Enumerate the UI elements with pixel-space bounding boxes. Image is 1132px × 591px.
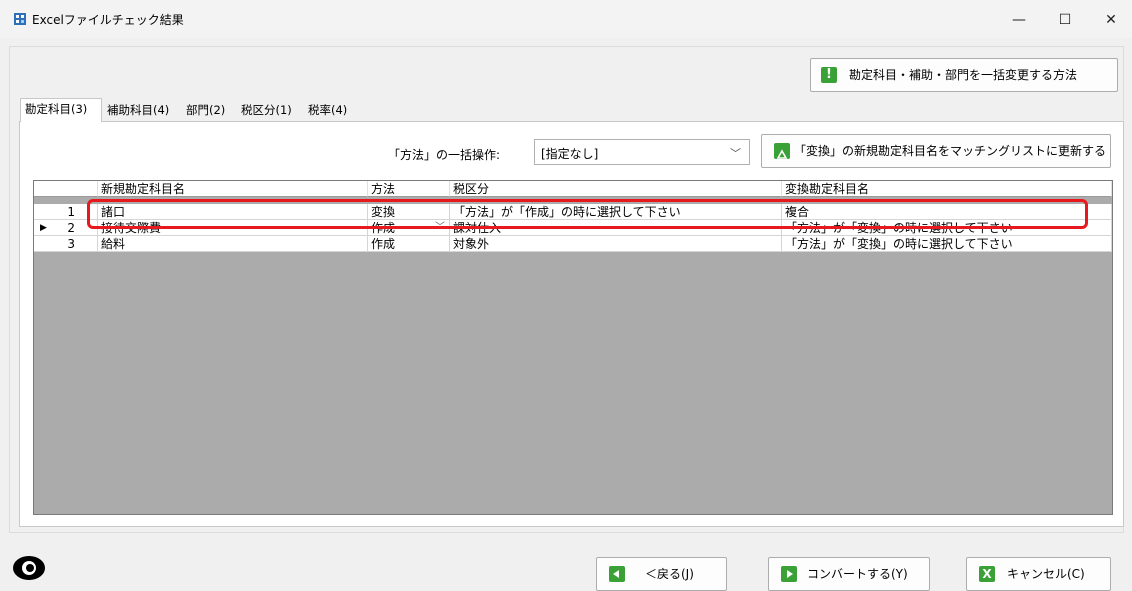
minimize-button[interactable]: — <box>996 6 1042 34</box>
arrow-right-icon <box>781 566 797 582</box>
eye-icon[interactable] <box>12 555 46 581</box>
exclamation-icon: ! <box>821 67 837 83</box>
bulk-method-select[interactable]: [指定なし] ﹀ <box>534 139 750 165</box>
current-row-icon: ▶ <box>40 223 47 233</box>
row-number: 3 <box>34 236 98 252</box>
update-icon <box>774 143 790 159</box>
tab-sub-accounts[interactable]: 補助科目(4) <box>103 100 181 122</box>
arrow-left-icon <box>609 566 625 582</box>
target-account-cell[interactable]: 「方法」が「変換」の時に選択して下さい <box>782 236 1112 252</box>
close-button[interactable]: ✕ <box>1088 6 1132 34</box>
column-header-target-account[interactable]: 変換勘定科目名 <box>782 181 1112 197</box>
window-title: Excelファイルチェック結果 <box>32 13 184 27</box>
update-matching-list-label: 「変換」の新規勘定科目名をマッチングリストに更新する <box>794 144 1107 158</box>
bulk-method-value: [指定なし] <box>541 147 599 161</box>
grid-header-row: 新規勘定科目名 方法 税区分 変換勘定科目名 <box>34 181 1112 197</box>
close-icon: X <box>979 566 995 582</box>
new-account-cell[interactable]: 給料 <box>98 236 368 252</box>
chevron-down-icon: ﹀ <box>730 147 741 160</box>
back-button[interactable]: ＜戻る(J) <box>596 557 727 591</box>
column-header-rownum <box>34 181 98 197</box>
tab-accounts[interactable]: 勘定科目(3) <box>20 98 102 122</box>
table-row[interactable]: 3 給料 作成 対象外 「方法」が「変換」の時に選択して下さい <box>34 236 1112 252</box>
method-cell[interactable]: 作成 <box>368 236 450 252</box>
tab-tax-rates[interactable]: 税率(4) <box>304 100 360 122</box>
bulk-method-label: 「方法」の一括操作: <box>388 148 501 162</box>
tab-tax-categories[interactable]: 税区分(1) <box>237 100 303 122</box>
update-matching-list-button[interactable]: 「変換」の新規勘定科目名をマッチングリストに更新する <box>761 134 1111 168</box>
convert-button[interactable]: コンバートする(Y) <box>768 557 930 591</box>
bulk-change-help-label: 勘定科目・補助・部門を一括変更する方法 <box>849 68 1078 82</box>
maximize-button[interactable]: ☐ <box>1042 6 1088 34</box>
bulk-change-help-button[interactable]: ! 勘定科目・補助・部門を一括変更する方法 <box>810 58 1118 92</box>
highlight-box <box>87 199 1088 229</box>
cancel-button[interactable]: X キャンセル(C) <box>966 557 1111 591</box>
tab-departments[interactable]: 部門(2) <box>182 100 236 122</box>
tax-cell[interactable]: 対象外 <box>450 236 782 252</box>
app-icon <box>14 13 26 25</box>
column-header-new-account[interactable]: 新規勘定科目名 <box>98 181 368 197</box>
column-header-method[interactable]: 方法 <box>368 181 450 197</box>
column-header-tax[interactable]: 税区分 <box>450 181 782 197</box>
title-bar: Excelファイルチェック結果 — ☐ ✕ <box>0 0 1132 38</box>
cancel-label: キャンセル(C) <box>1007 567 1085 581</box>
row-number-value: 2 <box>67 221 75 235</box>
convert-label: コンバートする(Y) <box>807 567 908 581</box>
data-grid: 新規勘定科目名 方法 税区分 変換勘定科目名 1 諸口 変換 「方法」が「作成」… <box>33 180 1113 515</box>
back-label: ＜戻る(J) <box>645 567 694 581</box>
